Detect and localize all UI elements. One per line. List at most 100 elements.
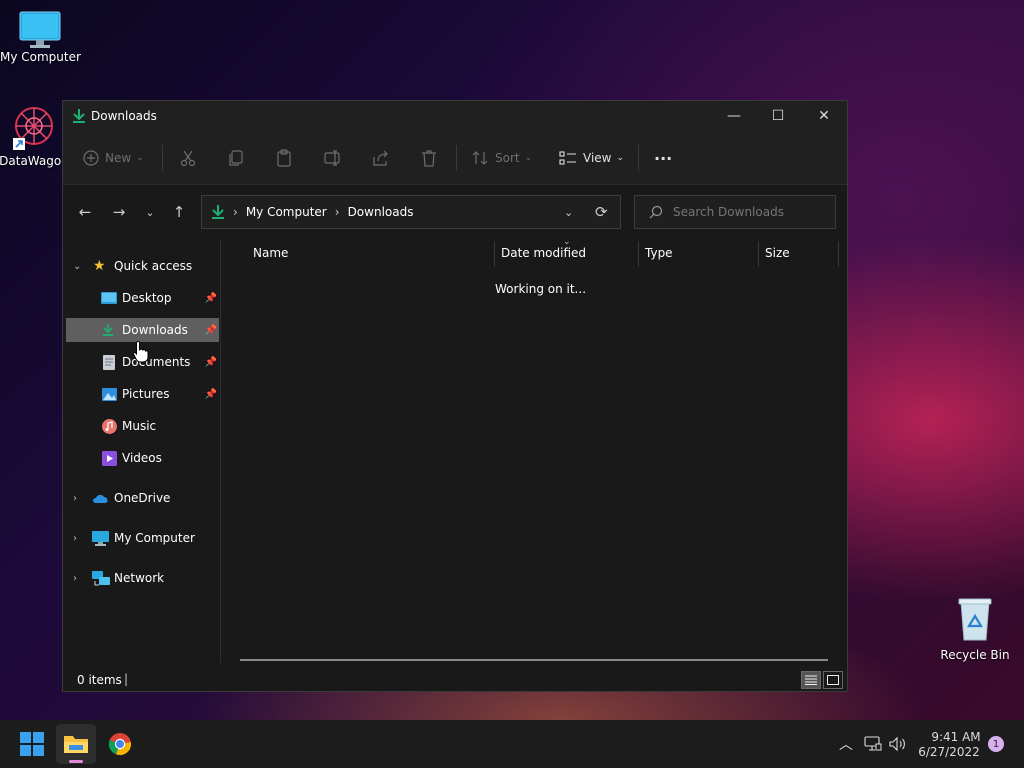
- address-history-chevron-icon[interactable]: ⌄: [564, 206, 573, 219]
- column-header-size[interactable]: Size: [765, 239, 837, 267]
- chevron-right-icon[interactable]: ›: [73, 493, 77, 504]
- sort-label: Sort: [495, 151, 520, 165]
- folder-icon: [64, 736, 88, 753]
- file-explorer-window: Downloads — ☐ ✕ New ⌄ Sort ⌄ View ⌄ ··· …: [62, 100, 848, 692]
- chevron-down-icon: ⌄: [136, 153, 144, 163]
- network-status-button[interactable]: [862, 720, 884, 768]
- notification-center-button[interactable]: 1: [984, 720, 1008, 768]
- details-view-icon: [805, 675, 817, 685]
- pin-icon[interactable]: 📌: [205, 357, 217, 368]
- delete-button[interactable]: [421, 131, 437, 185]
- sidebar-item-desktop[interactable]: Desktop 📌: [63, 286, 221, 310]
- datawagon-app-icon: [13, 107, 53, 150]
- horizontal-scrollbar[interactable]: [240, 659, 828, 661]
- file-list-pane: Name Date modified ⌄ Type Size Working o…: [222, 237, 847, 663]
- sort-button[interactable]: Sort ⌄: [471, 131, 532, 185]
- breadcrumb-my-computer[interactable]: My Computer: [246, 205, 327, 219]
- sidebar-item-label: Network: [114, 571, 165, 585]
- desktop-folder-icon: [101, 292, 117, 304]
- pictures-icon: [102, 387, 117, 401]
- column-divider[interactable]: [638, 241, 639, 267]
- desktop-icon-my-computer[interactable]: My Computer: [0, 10, 81, 64]
- notification-badge: 1: [988, 736, 1004, 752]
- clipboard-icon: [277, 149, 291, 167]
- share-button[interactable]: [372, 131, 390, 185]
- new-label: New: [105, 151, 132, 165]
- cut-button[interactable]: [179, 131, 197, 185]
- sidebar-item-label: Quick access: [114, 259, 193, 273]
- view-button[interactable]: View ⌄: [559, 131, 624, 185]
- chevron-down-icon[interactable]: ⌄: [73, 261, 81, 272]
- navigation-pane: ⌄ ★ Quick access Desktop 📌 Downloads 📌 D…: [63, 239, 221, 663]
- recent-locations-button[interactable]: ⌄: [138, 199, 162, 225]
- arrow-right-icon: →: [112, 203, 126, 221]
- sidebar-item-music[interactable]: Music: [63, 414, 221, 438]
- chevron-down-icon: ⌄: [616, 153, 625, 163]
- chevron-right-icon[interactable]: ›: [73, 573, 77, 584]
- arrow-left-icon: ←: [78, 203, 92, 221]
- start-button[interactable]: [12, 724, 52, 764]
- status-divider: |: [124, 672, 129, 686]
- search-icon: [649, 205, 663, 219]
- column-divider[interactable]: [494, 241, 495, 267]
- chevron-right-icon[interactable]: ›: [73, 533, 77, 544]
- maximize-button[interactable]: ☐: [755, 101, 801, 131]
- pin-icon[interactable]: 📌: [205, 325, 217, 336]
- minimize-button[interactable]: —: [711, 101, 757, 131]
- download-icon: [103, 324, 113, 336]
- back-button[interactable]: ←: [73, 199, 97, 225]
- desktop-icon-recycle-bin[interactable]: Recycle Bin: [935, 596, 1015, 662]
- search-input[interactable]: [673, 205, 823, 219]
- hand-cursor-icon: [133, 341, 149, 363]
- video-icon: [102, 450, 117, 466]
- clock-button[interactable]: 9:41 AM 6/27/2022: [914, 720, 984, 768]
- column-header-name[interactable]: Name: [253, 239, 493, 267]
- paste-button[interactable]: [276, 131, 292, 185]
- pin-icon[interactable]: 📌: [205, 293, 217, 304]
- toolbar-divider: [456, 145, 457, 171]
- minimize-icon: —: [727, 108, 741, 124]
- rename-button[interactable]: [324, 131, 342, 185]
- up-button[interactable]: ↑: [167, 199, 191, 225]
- copy-button[interactable]: [228, 131, 244, 185]
- column-divider[interactable]: [838, 241, 839, 267]
- pin-icon[interactable]: 📌: [205, 389, 217, 400]
- new-button[interactable]: New ⌄: [83, 131, 144, 185]
- more-icon: ···: [654, 148, 673, 168]
- sidebar-item-my-computer[interactable]: › My Computer: [63, 526, 221, 550]
- cloud-icon: [93, 494, 108, 503]
- details-view-button[interactable]: [801, 671, 821, 689]
- sidebar-item-quick-access[interactable]: ⌄ ★ Quick access: [63, 254, 221, 278]
- sidebar-item-pictures[interactable]: Pictures 📌: [63, 382, 221, 406]
- volume-button[interactable]: [887, 720, 909, 768]
- column-divider[interactable]: [758, 241, 759, 267]
- title-bar[interactable]: Downloads — ☐ ✕: [63, 101, 847, 131]
- large-icons-view-button[interactable]: [823, 671, 843, 689]
- sidebar-item-downloads[interactable]: Downloads 📌: [66, 318, 219, 342]
- arrow-up-icon: ↑: [172, 203, 186, 221]
- navigation-bar: ← → ⌄ ↑ › My Computer › Downloads ⌄ ⟳: [63, 185, 847, 239]
- sort-indicator-icon: ⌄: [563, 237, 571, 247]
- forward-button[interactable]: →: [107, 199, 131, 225]
- sidebar-item-videos[interactable]: Videos: [63, 446, 221, 470]
- taskbar-file-explorer[interactable]: [56, 724, 96, 764]
- music-icon: [102, 418, 117, 434]
- sidebar-item-network[interactable]: › Network: [63, 566, 221, 590]
- more-options-button[interactable]: ···: [654, 131, 672, 185]
- active-app-indicator: [69, 760, 83, 763]
- refresh-icon[interactable]: ⟳: [595, 203, 608, 221]
- column-header-type[interactable]: Type: [645, 239, 757, 267]
- desktop-icon-datawagon[interactable]: DataWagon: [0, 104, 70, 168]
- sidebar-item-onedrive[interactable]: › OneDrive: [63, 486, 221, 510]
- taskbar-chrome[interactable]: [100, 724, 140, 764]
- sort-icon: [472, 151, 488, 165]
- toolbar-divider: [162, 145, 163, 171]
- address-bar[interactable]: › My Computer › Downloads ⌄ ⟳: [201, 195, 621, 229]
- close-button[interactable]: ✕: [801, 101, 847, 131]
- show-hidden-icons-button[interactable]: ︿: [834, 720, 858, 768]
- ethernet-icon: [864, 736, 882, 751]
- search-box[interactable]: [634, 195, 836, 229]
- breadcrumb-downloads[interactable]: Downloads: [348, 205, 414, 219]
- monitor-icon: [19, 11, 61, 48]
- star-icon: ★: [93, 258, 106, 274]
